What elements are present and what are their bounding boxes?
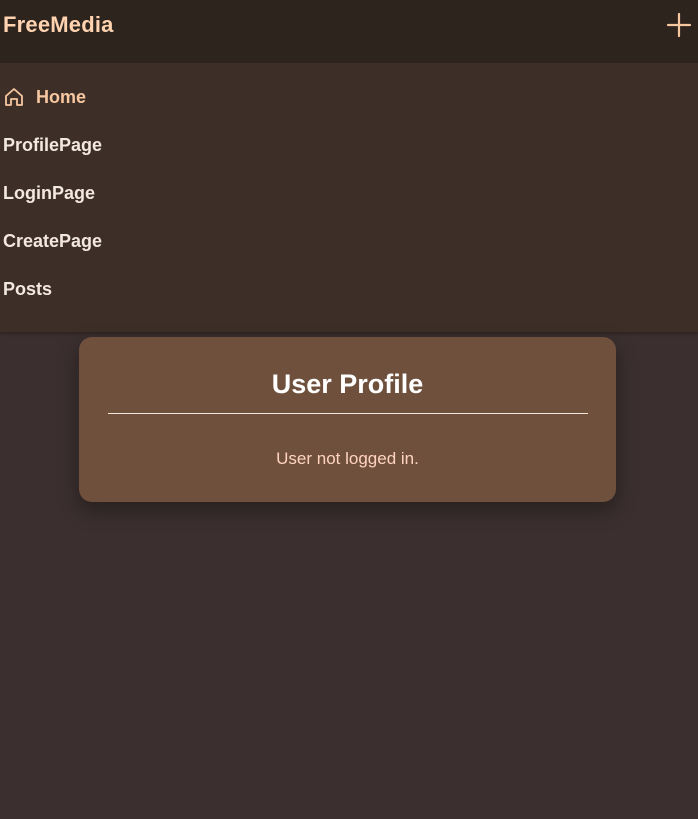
nav-item-createpage[interactable]: CreatePage — [3, 227, 102, 255]
user-profile-card: User Profile User not logged in. — [79, 337, 616, 502]
brand-title[interactable]: FreeMedia — [3, 12, 114, 38]
app-page: FreeMedia Home ProfilePage LoginPage Cre… — [0, 0, 698, 819]
nav-item-label: Posts — [3, 278, 53, 299]
nav-item-label: Home — [36, 86, 87, 107]
nav-item-label: CreatePage — [3, 230, 103, 251]
home-icon — [3, 86, 25, 108]
nav-item-profilepage[interactable]: ProfilePage — [3, 131, 102, 159]
add-button[interactable] — [666, 12, 692, 38]
nav-item-label: ProfilePage — [3, 134, 103, 155]
nav-item-loginpage[interactable]: LoginPage — [3, 179, 95, 207]
nav-item-label: LoginPage — [3, 182, 96, 203]
card-divider — [108, 413, 588, 414]
card-title: User Profile — [271, 369, 424, 399]
nav-item-posts[interactable]: Posts — [3, 275, 52, 303]
nav-item-home[interactable]: Home — [3, 83, 86, 111]
plus-icon — [666, 12, 692, 38]
login-status-message: User not logged in. — [276, 449, 419, 468]
nav-menu: Home ProfilePage LoginPage CreatePage Po… — [0, 63, 698, 332]
top-bar: FreeMedia — [0, 0, 698, 63]
